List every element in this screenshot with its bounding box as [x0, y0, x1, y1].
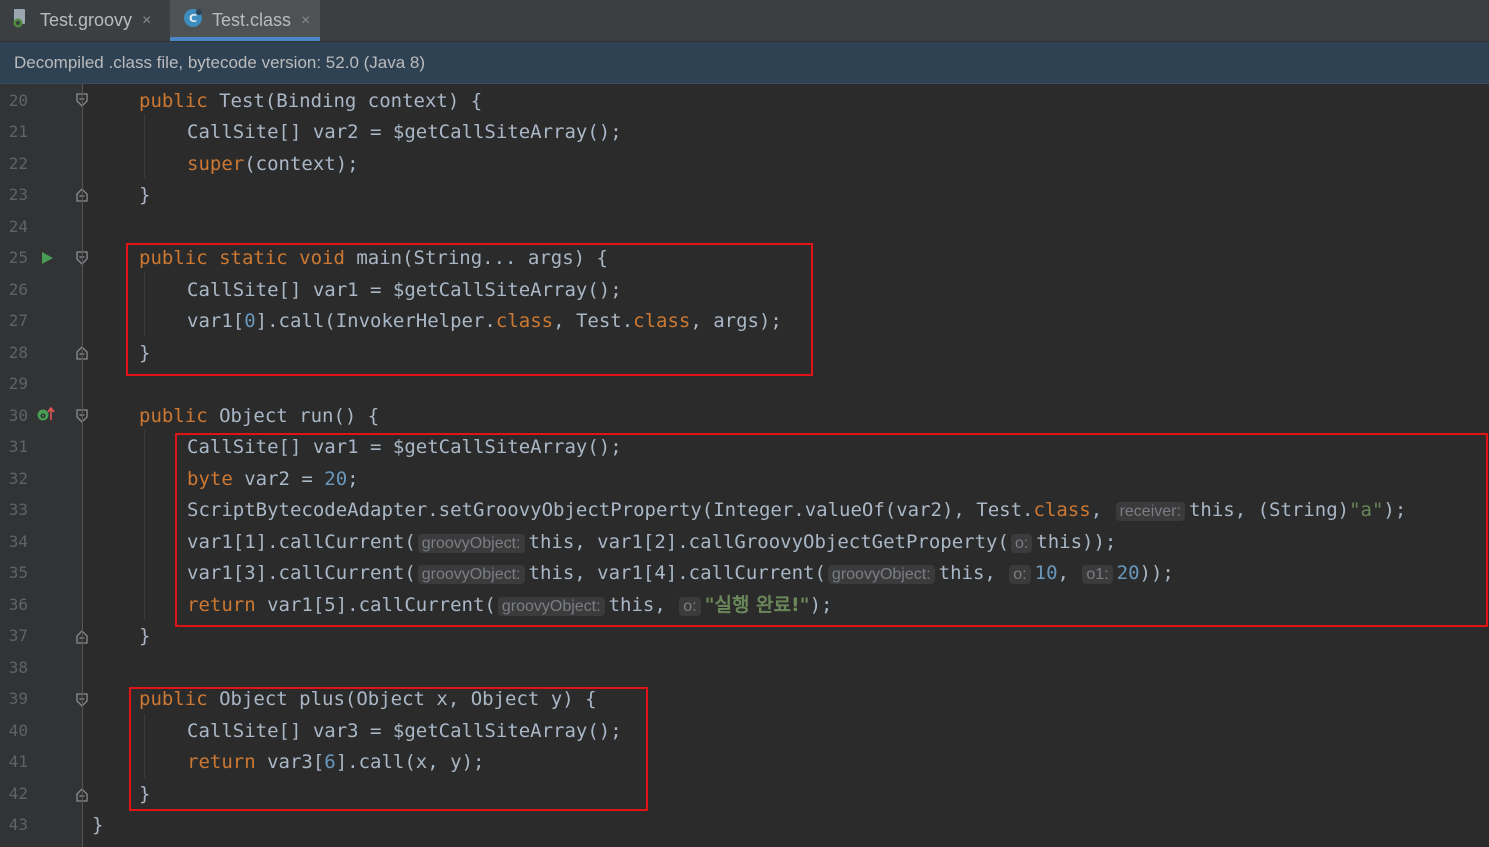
code-line-30: public Object run() { [139, 405, 380, 427]
line-number: 42 [8, 784, 28, 803]
tab-label: Test.class [212, 10, 292, 30]
code-line-22: super(context); [187, 153, 359, 175]
code-line-20: public Test(Binding context) { [139, 90, 483, 112]
editor-tab-bar: Test.groovy × C Test.class × [0, 0, 1489, 42]
line-number: 41 [8, 752, 28, 771]
decompiled-notice-banner: Decompiled .class file, bytecode version… [0, 42, 1489, 84]
line-number: 43 [8, 815, 28, 834]
line-number: 36 [8, 595, 28, 614]
line-number: 40 [8, 721, 28, 740]
tab-label: Test.groovy [40, 10, 133, 30]
line-number: 38 [8, 658, 28, 677]
line-number: 37 [8, 626, 28, 645]
run-icon[interactable] [40, 251, 54, 265]
line-number-gutter: 20 21 22 23 24 25 26 27 28 29 30 31 32 3… [0, 84, 88, 847]
line-number: 23 [8, 185, 28, 204]
indent-guide [144, 114, 145, 178]
svg-text:C: C [189, 12, 197, 25]
gutter-separator [82, 84, 83, 847]
line-number: 30 [8, 406, 28, 425]
highlight-box-run-body [175, 433, 1488, 627]
line-number: 34 [8, 532, 28, 551]
line-number: 32 [8, 469, 28, 488]
code-line-37: } [139, 625, 151, 647]
banner-text: Decompiled .class file, bytecode version… [14, 52, 426, 72]
groovy-file-icon [10, 7, 32, 34]
highlight-box-main [126, 243, 813, 376]
svg-text:o: o [40, 411, 46, 420]
close-icon[interactable]: × [142, 12, 151, 30]
override-method-icon[interactable]: o [36, 406, 56, 422]
indent-guide [144, 430, 145, 620]
code-line-21: CallSite[] var2 = $getCallSiteArray(); [187, 121, 622, 143]
line-number: 33 [8, 500, 28, 519]
close-icon[interactable]: × [301, 12, 310, 30]
class-file-icon: C [182, 7, 204, 34]
tab-test-groovy[interactable]: Test.groovy × [0, 0, 166, 41]
code-editor[interactable]: 20 21 22 23 24 25 26 27 28 29 30 31 32 3… [0, 84, 1489, 847]
line-number: 20 [8, 91, 28, 110]
line-number: 21 [8, 122, 28, 141]
line-number: 35 [8, 563, 28, 582]
line-number: 24 [8, 217, 28, 236]
line-number: 29 [8, 374, 28, 393]
line-number: 22 [8, 154, 28, 173]
line-number: 27 [8, 311, 28, 330]
line-number: 25 [8, 248, 28, 267]
line-number: 31 [8, 437, 28, 456]
tab-test-class[interactable]: C Test.class × [170, 0, 320, 41]
code-line-23: } [139, 184, 151, 206]
highlight-box-plus [129, 687, 648, 811]
line-number: 28 [8, 343, 28, 362]
line-number: 26 [8, 280, 28, 299]
code-line-43: } [92, 814, 104, 836]
line-number: 39 [8, 689, 28, 708]
